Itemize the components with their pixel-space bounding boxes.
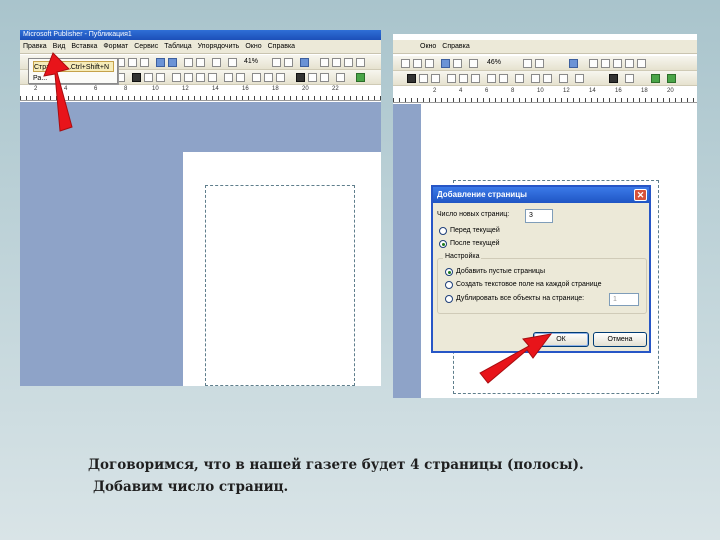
arrow-to-ok-button (479, 333, 553, 384)
caption-line-1: Договоримся, что в нашей газете будет 4 … (88, 457, 584, 473)
caption-line-2: Добавим число страниц. (93, 479, 289, 495)
arrow-to-page-menu-item (43, 52, 73, 132)
